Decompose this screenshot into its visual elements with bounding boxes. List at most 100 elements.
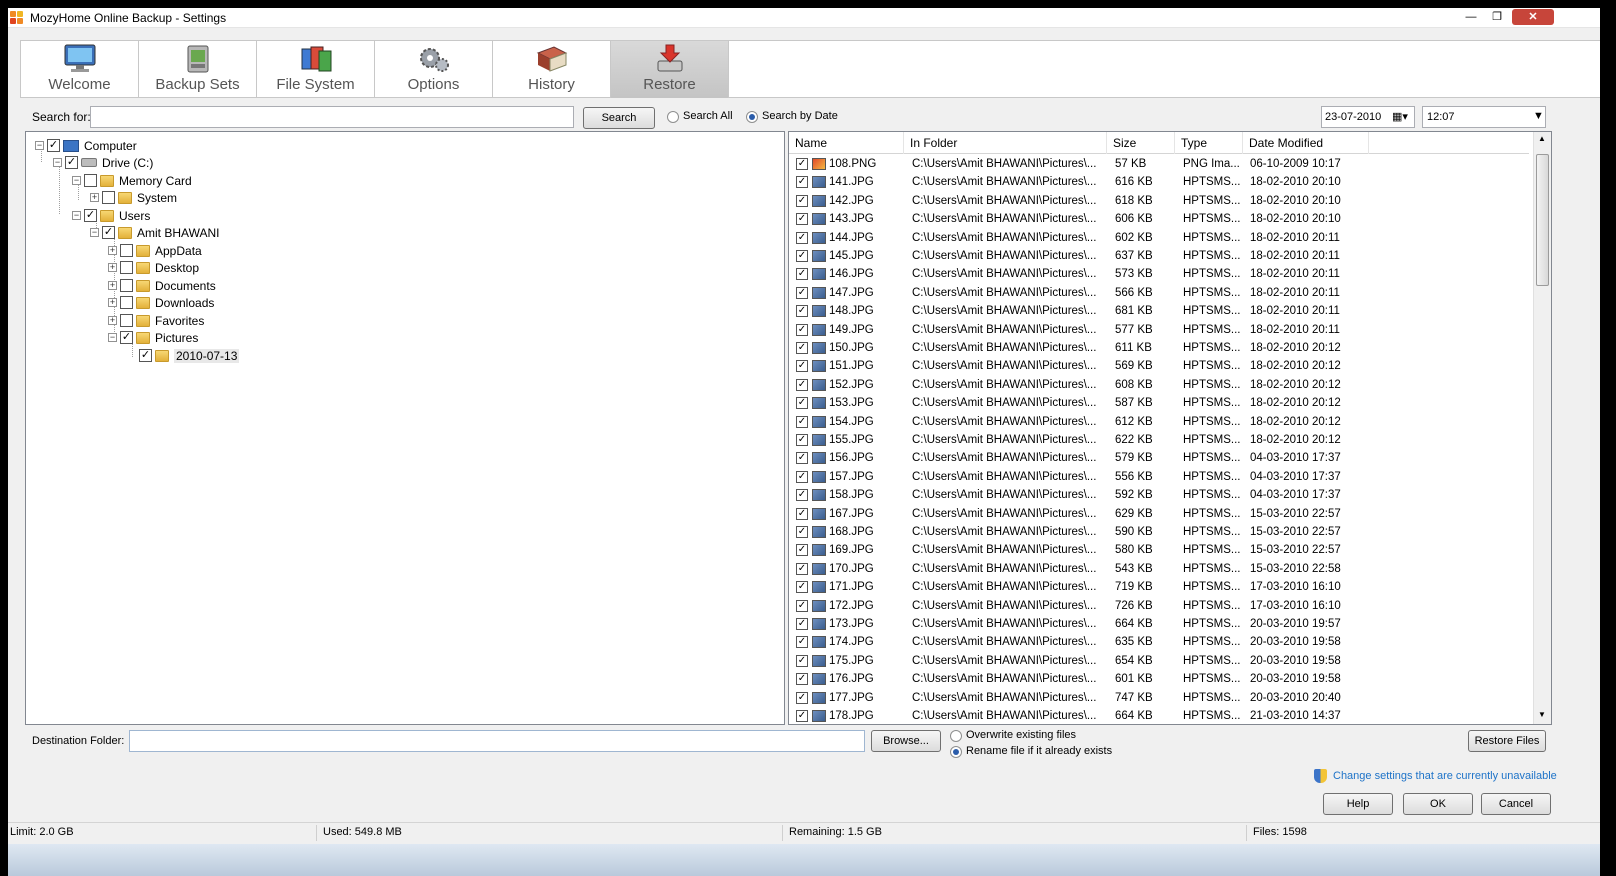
expand-icon[interactable]: + [108,263,117,272]
row-checkbox[interactable]: ✓ [796,562,808,575]
file-row[interactable]: ✓ 172.JPG C:\Users\Amit BHAWANI\Pictures\.… [789,597,1529,615]
column-header-date[interactable]: Date Modified [1243,132,1369,154]
minimize-button[interactable]: — [1458,9,1484,25]
file-row[interactable]: ✓ 151.JPG C:\Users\Amit BHAWANI\Pictures\.… [789,357,1529,375]
tree-node-amit-bhawani[interactable]: − ✓ Amit BHAWANI [90,224,219,241]
row-checkbox[interactable]: ✓ [796,176,808,189]
destination-input[interactable] [129,730,865,752]
file-row[interactable]: ✓ 142.JPG C:\Users\Amit BHAWANI\Pictures\.… [789,192,1529,210]
tree-node-desktop[interactable]: + Desktop [108,259,199,276]
row-checkbox[interactable]: ✓ [796,360,808,373]
search-button[interactable]: Search [583,107,655,129]
row-checkbox[interactable]: ✓ [796,673,808,686]
restore-files-button[interactable]: Restore Files [1468,730,1546,752]
file-row[interactable]: ✓ 176.JPG C:\Users\Amit BHAWANI\Pictures\.… [789,670,1529,688]
tree-checkbox[interactable]: ✓ [139,349,152,362]
file-row[interactable]: ✓ 148.JPG C:\Users\Amit BHAWANI\Pictures\.… [789,302,1529,320]
tree-checkbox[interactable]: ✓ [102,226,115,239]
file-row[interactable]: ✓ 149.JPG C:\Users\Amit BHAWANI\Pictures\.… [789,321,1529,339]
expand-icon[interactable]: + [108,298,117,307]
file-row[interactable]: ✓ 144.JPG C:\Users\Amit BHAWANI\Pictures\.… [789,229,1529,247]
file-row[interactable]: ✓ 167.JPG C:\Users\Amit BHAWANI\Pictures\.… [789,505,1529,523]
file-row[interactable]: ✓ 147.JPG C:\Users\Amit BHAWANI\Pictures\.… [789,284,1529,302]
file-row[interactable]: ✓ 168.JPG C:\Users\Amit BHAWANI\Pictures\.… [789,523,1529,541]
file-row[interactable]: ✓ 143.JPG C:\Users\Amit BHAWANI\Pictures\.… [789,210,1529,228]
tab-backup-sets[interactable]: Backup Sets [139,41,257,98]
row-checkbox[interactable]: ✓ [796,250,808,262]
collapse-icon[interactable]: − [90,228,99,237]
collapse-icon[interactable]: − [72,211,81,220]
tree-node-2010-07-13[interactable]: ✓ 2010-07-13 [139,347,240,364]
tree-node-computer[interactable]: − ✓ Computer [35,137,137,154]
tree-checkbox[interactable]: ✓ [47,139,60,152]
tree-node-users[interactable]: − ✓ Users [72,207,150,224]
row-checkbox[interactable]: ✓ [796,286,808,299]
row-checkbox[interactable]: ✓ [796,636,808,649]
tree-checkbox[interactable]: ✓ [65,156,78,169]
file-row[interactable]: ✓ 150.JPG C:\Users\Amit BHAWANI\Pictures\.… [789,339,1529,357]
tree-checkbox[interactable] [120,314,133,327]
row-checkbox[interactable]: ✓ [796,599,808,612]
vertical-scrollbar[interactable]: ▲ ▼ [1533,132,1551,724]
row-checkbox[interactable]: ✓ [796,213,808,226]
tab-welcome[interactable]: Welcome [21,41,139,98]
column-header-type[interactable]: Type [1175,132,1243,154]
close-button[interactable]: ✕ [1512,9,1554,25]
collapse-icon[interactable]: − [108,333,117,342]
collapse-icon[interactable]: − [72,176,81,185]
row-checkbox[interactable]: ✓ [796,378,808,391]
row-checkbox[interactable]: ✓ [796,268,808,281]
file-row[interactable]: ✓ 108.PNG C:\Users\Amit BHAWANI\Pictures\.… [789,155,1529,173]
row-checkbox[interactable]: ✓ [796,544,808,557]
row-checkbox[interactable]: ✓ [796,194,808,207]
file-row[interactable]: ✓ 154.JPG C:\Users\Amit BHAWANI\Pictures\.… [789,413,1529,431]
file-row[interactable]: ✓ 158.JPG C:\Users\Amit BHAWANI\Pictures\.… [789,486,1529,504]
file-row[interactable]: ✓ 178.JPG C:\Users\Amit BHAWANI\Pictures\.… [789,707,1529,724]
file-row[interactable]: ✓ 173.JPG C:\Users\Amit BHAWANI\Pictures\.… [789,615,1529,633]
ok-button[interactable]: OK [1403,793,1473,815]
row-checkbox[interactable]: ✓ [796,397,808,410]
overwrite-radio[interactable] [950,730,962,742]
cancel-button[interactable]: Cancel [1481,793,1551,815]
time-select[interactable]: 12:07 ▼ [1422,106,1546,128]
row-checkbox[interactable]: ✓ [796,654,808,667]
tree-checkbox[interactable] [102,191,115,204]
tree-checkbox[interactable] [120,244,133,257]
expand-icon[interactable]: + [108,281,117,290]
date-picker[interactable]: 23-07-2010 ▦▾ [1321,106,1415,128]
tree-node-memory-card[interactable]: − Memory Card [72,172,192,189]
row-checkbox[interactable]: ✓ [796,710,808,722]
row-checkbox[interactable]: ✓ [796,305,808,318]
file-row[interactable]: ✓ 170.JPG C:\Users\Amit BHAWANI\Pictures\.… [789,560,1529,578]
tree-node-appdata[interactable]: + AppData [108,242,202,259]
row-checkbox[interactable]: ✓ [796,526,808,538]
tree-checkbox[interactable] [84,174,97,187]
expand-icon[interactable]: + [90,193,99,202]
row-checkbox[interactable]: ✓ [796,323,808,336]
tree-checkbox[interactable]: ✓ [84,209,97,222]
change-settings-link[interactable]: Change settings that are currently unava… [1314,769,1557,783]
row-checkbox[interactable]: ✓ [796,691,808,704]
tree-checkbox[interactable] [120,261,133,274]
collapse-icon[interactable]: − [53,158,62,167]
row-checkbox[interactable]: ✓ [796,618,808,630]
file-row[interactable]: ✓ 153.JPG C:\Users\Amit BHAWANI\Pictures\.… [789,394,1529,412]
file-row[interactable]: ✓ 177.JPG C:\Users\Amit BHAWANI\Pictures\.… [789,689,1529,707]
file-row[interactable]: ✓ 155.JPG C:\Users\Amit BHAWANI\Pictures\.… [789,431,1529,449]
tree-node-drive-c[interactable]: − ✓ Drive (C:) [53,154,153,171]
file-row[interactable]: ✓ 171.JPG C:\Users\Amit BHAWANI\Pictures\.… [789,578,1529,596]
column-header-folder[interactable]: In Folder [904,132,1107,154]
scroll-thumb[interactable] [1536,154,1549,286]
file-row[interactable]: ✓ 157.JPG C:\Users\Amit BHAWANI\Pictures\.… [789,468,1529,486]
collapse-icon[interactable]: − [35,141,44,150]
row-checkbox[interactable]: ✓ [796,231,808,244]
search-input[interactable] [90,106,574,128]
file-row[interactable]: ✓ 145.JPG C:\Users\Amit BHAWANI\Pictures\.… [789,247,1529,265]
tree-node-system[interactable]: + System [90,189,177,206]
browse-button[interactable]: Browse... [871,730,941,752]
maximize-button[interactable]: ❐ [1484,9,1510,25]
file-row[interactable]: ✓ 152.JPG C:\Users\Amit BHAWANI\Pictures\.… [789,376,1529,394]
file-row[interactable]: ✓ 174.JPG C:\Users\Amit BHAWANI\Pictures\.… [789,633,1529,651]
scroll-down-icon[interactable]: ▼ [1538,710,1546,719]
row-checkbox[interactable]: ✓ [796,507,808,520]
